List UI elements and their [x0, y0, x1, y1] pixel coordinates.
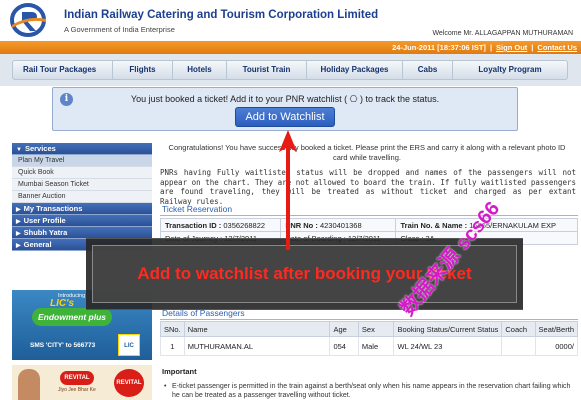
ad-tagline: Jiyo Jee Bhar Ke [58, 387, 96, 393]
ad-endowment: Endowment plus [32, 308, 112, 326]
passenger-sno: 1 [160, 336, 185, 356]
waitlist-notice: PNRs having Fully waitlisted status will… [160, 168, 576, 206]
nav-rail-tour-packages[interactable]: Rail Tour Packages [13, 60, 113, 80]
col-coach: Coach [501, 321, 536, 337]
transaction-cell: Transaction ID : 0356268822 [159, 218, 282, 232]
passenger-status: WL 24/WL 23 [393, 336, 503, 356]
sidebar-item-quick-book[interactable]: Quick Book [12, 167, 152, 179]
pnr-number: 4230401368 [319, 220, 362, 230]
revital-logo-icon: REVITAL [60, 371, 94, 385]
status-bar: 24-Jun-2011 [18:37:06 IST] | Sign Out | … [0, 41, 581, 54]
divider [160, 319, 578, 320]
sidebar-user-profile-header[interactable]: ▶ User Profile [12, 215, 152, 227]
welcome-text: Welcome Mr. ALLAGAPPAN MUTHURAMAN [432, 30, 573, 37]
revital-advertisement[interactable]: REVITAL Jiyo Jee Bhar Ke REVITAL [12, 365, 152, 400]
col-seat: Seat/Berth [534, 321, 579, 337]
separator: | [489, 43, 493, 52]
col-sno: SNo. [160, 321, 185, 337]
nav-holiday-packages[interactable]: Holiday Packages [307, 60, 403, 80]
table-row: Transaction ID : 0356268822 PNR No : 423… [159, 218, 578, 232]
passenger-seat: 0000/ [534, 336, 579, 356]
separator: | [531, 43, 534, 52]
banner-message: You just booked a ticket! Add it to your… [130, 94, 440, 104]
transaction-label: Transaction ID : [165, 220, 222, 230]
col-age: Age [329, 321, 359, 337]
watchlist-banner: i You just booked a ticket! Add it to yo… [52, 87, 518, 131]
divider [160, 215, 578, 216]
ticket-reservation-title: Ticket Reservation [162, 204, 233, 214]
contact-us-link[interactable]: Contact Us [537, 43, 577, 52]
datebar: 24-Jun-2011 [18:37:06 IST] | Sign Out | … [392, 41, 581, 54]
passenger-name: MUTHURAMAN.AL [183, 336, 331, 356]
person-photo [18, 369, 40, 400]
nav-hotels[interactable]: Hotels [173, 60, 227, 80]
services-label: Services [24, 144, 56, 153]
transaction-id: 0356268822 [223, 220, 266, 230]
user-profile-label: User Profile [23, 216, 66, 225]
lic-logo-icon: LIC [118, 334, 140, 356]
nav-loyalty-program[interactable]: Loyalty Program [453, 60, 567, 80]
sidebar-my-transactions-header[interactable]: ▶ My Transactions [12, 203, 152, 215]
pnr-cell: PNR No : 4230401368 [280, 218, 397, 232]
datetime: 24-Jun-2011 [18:37:06 IST] [392, 43, 486, 52]
table-header-row: SNo. Name Age Sex Booking Status/Current… [160, 321, 579, 337]
nav-bar: Rail Tour Packages Flights Hotels Touris… [12, 60, 568, 80]
general-label: General [23, 240, 52, 249]
org-name: Indian Railway Catering and Tourism Corp… [64, 9, 379, 21]
table-row: 1 MUTHURAMAN.AL 054 Male WL 24/WL 23 000… [160, 336, 579, 356]
sidebar-item-mumbai-season-ticket[interactable]: Mumbai Season Ticket [12, 179, 152, 191]
passenger-age: 054 [329, 336, 359, 356]
important-text: E-ticket passenger is permitted in the t… [164, 382, 572, 400]
add-to-watchlist-button[interactable]: Add to Watchlist [235, 107, 335, 127]
sidebar: ▼ Services Plan My Travel Quick Book Mumb… [12, 143, 152, 251]
important-title: Important [162, 367, 197, 376]
col-status: Booking Status/Current Status [393, 321, 503, 337]
sidebar-services-header[interactable]: ▼ Services [12, 143, 152, 155]
triangle-right-icon: ▶ [16, 243, 21, 249]
sidebar-item-banner-auction[interactable]: Banner Auction [12, 191, 152, 203]
sidebar-item-plan-my-travel[interactable]: Plan My Travel [12, 155, 152, 167]
my-transactions-label: My Transactions [23, 204, 83, 213]
col-name: Name [183, 321, 331, 337]
col-sex: Sex [357, 321, 395, 337]
site-header: Indian Railway Catering and Tourism Corp… [0, 0, 581, 40]
red-arrow-icon [279, 130, 297, 250]
passenger-sex: Male [357, 336, 395, 356]
org-subtitle: A Government of India Enterprise [64, 25, 175, 34]
irctc-logo-icon[interactable] [10, 3, 50, 37]
main-nav: Rail Tour Packages Flights Hotels Touris… [0, 54, 581, 86]
nav-tourist-train[interactable]: Tourist Train [227, 60, 307, 80]
passenger-table: SNo. Name Age Sex Booking Status/Current… [160, 321, 579, 356]
passenger-coach [501, 336, 536, 356]
shubh-yatra-label: Shubh Yatra [23, 228, 68, 237]
revital-badge-icon: REVITAL [114, 369, 144, 397]
sign-out-link[interactable]: Sign Out [496, 43, 527, 52]
congrats-message: Congratulations! You have successfully b… [168, 143, 566, 162]
nav-cabs[interactable]: Cabs [403, 60, 453, 80]
nav-flights[interactable]: Flights [113, 60, 173, 80]
ad-sms: SMS 'CITY' to 566773 [30, 342, 96, 349]
